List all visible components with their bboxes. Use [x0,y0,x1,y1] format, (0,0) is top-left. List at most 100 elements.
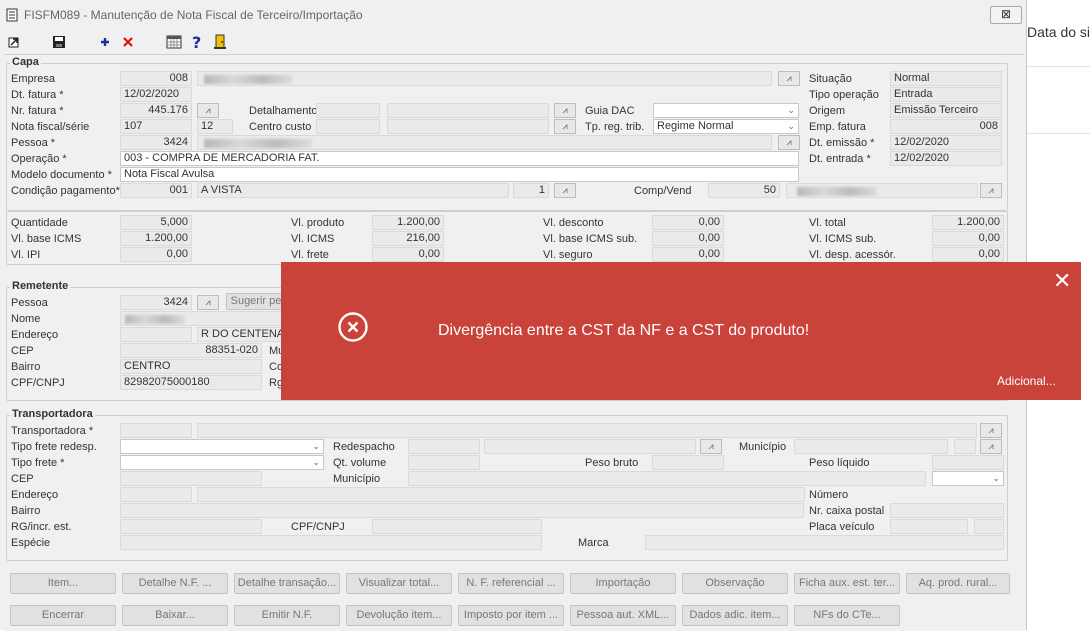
condicao-lookup-button[interactable]: ⩘ [554,183,576,198]
sugerir-button[interactable]: Sugerir pe [226,293,286,310]
placa-uf-field[interactable] [974,519,1004,534]
pessoa-name-field[interactable] [197,135,772,150]
transp-cpf-cnpj-label: CPF/CNPJ [291,521,345,533]
uf-redesp-field[interactable] [954,439,976,454]
transp-cep-field[interactable] [120,471,262,486]
remetente-bairro-field[interactable]: CENTRO [120,359,262,374]
detalhe-nf-button[interactable]: Detalhe N.F. ... [122,573,228,594]
detalhamento-desc-field[interactable] [387,103,549,118]
especie-field[interactable] [120,535,542,550]
redespacho-code-field[interactable] [408,439,480,454]
emitir-nf-button[interactable]: Emitir N.F. [234,605,340,626]
adicional-link[interactable]: Adicional... [997,374,1056,388]
close-icon[interactable]: ✕ [1053,268,1071,294]
dt-emissao-field[interactable]: 12/02/2020 [890,135,1002,150]
nf-referencial-button[interactable]: N. F. referencial ... [458,573,564,594]
condicao-desc-field[interactable]: A VISTA [197,183,509,198]
observacao-button[interactable]: Observação [682,573,788,594]
centro-custo-lookup-button[interactable]: ⩘ [554,119,576,134]
situacao-label: Situação [809,73,852,85]
nr-fatura-field[interactable]: 445.176 [120,103,192,118]
delete-icon[interactable] [119,33,137,51]
encerrar-button[interactable]: Encerrar [10,605,116,626]
imposto-por-item-button[interactable]: Imposto por item ... [458,605,564,626]
comp-vend-name-field[interactable] [786,183,978,198]
transp-endereco-code-field[interactable] [120,487,192,502]
peso-bruto-field[interactable] [652,455,724,470]
centro-custo-desc-field[interactable] [387,119,549,134]
remetente-cpf-cnpj-field[interactable]: 82982075000180 [120,375,262,390]
door-icon[interactable] [211,33,229,51]
transportadora-name-field[interactable] [197,423,977,438]
baixar-button[interactable]: Baixar... [122,605,228,626]
municipio-lookup-button[interactable]: ⩘ [980,439,1002,454]
tipo-frete-select[interactable]: ⌄ [120,455,324,470]
qt-volume-field[interactable] [408,455,480,470]
municipio-redesp-field[interactable] [794,439,948,454]
remetente-endereco-field[interactable]: R DO CENTENAR [197,327,285,342]
nfs-do-cte-button[interactable]: NFs do CTe... [794,605,900,626]
vl-desp-acessor-field: 0,00 [932,247,1004,262]
aq-prod-rural-button[interactable]: Aq. prod. rural... [906,573,1010,594]
redespacho-lookup-button[interactable]: ⩘ [700,439,722,454]
tipo-frete-redesp-select[interactable]: ⌄ [120,439,324,454]
help-icon[interactable]: ? [188,33,206,51]
remetente-cep-field[interactable]: 88351-020 [120,343,262,358]
nr-fatura-lookup-button[interactable]: ⩘ [197,103,219,118]
ficha-aux-button[interactable]: Ficha aux. est. ter... [794,573,900,594]
importacao-button[interactable]: Importação [570,573,676,594]
rg-incr-est-field[interactable] [120,519,262,534]
pessoa-lookup-button[interactable]: ⩘ [778,135,800,150]
detalhe-transacao-button[interactable]: Detalhe transação... [234,573,340,594]
devolucao-item-button[interactable]: Devolução item... [346,605,452,626]
nr-caixa-postal-field[interactable] [890,503,1004,518]
remetente-endereco-code-field[interactable] [120,327,192,342]
empresa-name-field[interactable] [197,71,772,86]
comp-vend-code-field[interactable]: 50 [708,183,780,198]
item-button[interactable]: Item... [10,573,116,594]
modelo-documento-label: Modelo documento * [11,169,112,181]
modelo-documento-field[interactable]: Nota Fiscal Avulsa [120,167,799,182]
close-window-button[interactable]: ⊠ [990,6,1022,24]
nota-fiscal-number-field[interactable]: 107 [120,119,192,134]
condicao-code-field[interactable]: 001 [120,183,192,198]
nota-fiscal-serie-field[interactable]: 12 [197,119,233,134]
transportadora-lookup-button[interactable]: ⩘ [980,423,1002,438]
placa-veiculo-field[interactable] [890,519,968,534]
condicao-parcelas-field[interactable]: 1 [513,183,549,198]
empresa-code-field[interactable]: 008 [120,71,192,86]
detalhamento-code-field[interactable] [316,103,380,118]
operacao-field[interactable]: 003 - COMPRA DE MERCADORIA FAT. [120,151,799,166]
remetente-lookup-button[interactable]: ⩘ [197,295,219,310]
transportadora-code-field[interactable] [120,423,192,438]
pessoa-aut-xml-button[interactable]: Pessoa aut. XML... [570,605,676,626]
redespacho-name-field[interactable] [484,439,696,454]
transp-uf-select[interactable]: ⌄ [932,471,1004,486]
empresa-lookup-button[interactable]: ⩘ [778,71,800,86]
dt-fatura-field[interactable]: 12/02/2020 [120,87,192,102]
centro-custo-code-field[interactable] [316,119,380,134]
transp-bairro-field[interactable] [120,503,804,518]
dados-adic-item-button[interactable]: Dados adic. item... [682,605,788,626]
visualizar-total-button[interactable]: Visualizar total... [346,573,452,594]
save-icon[interactable] [50,33,68,51]
transp-cpf-cnpj-field[interactable] [372,519,542,534]
guia-dac-select[interactable]: ⌄ [653,103,799,118]
comp-vend-lookup-button[interactable]: ⩘ [980,183,1002,198]
transp-municipio-field[interactable] [408,471,926,486]
pessoa-code-field[interactable]: 3424 [120,135,192,150]
detalhamento-lookup-button[interactable]: ⩘ [554,103,576,118]
origem-field: Emissão Terceiro [890,103,1002,118]
exit-icon[interactable] [5,33,23,51]
marca-field[interactable] [645,535,1004,550]
remetente-pessoa-field[interactable]: 3424 [120,295,192,310]
chevron-down-icon: ⌄ [787,105,795,115]
add-icon[interactable] [96,33,114,51]
tp-reg-trib-select[interactable]: Regime Normal ⌄ [653,119,799,134]
dt-entrada-field[interactable]: 12/02/2020 [890,151,1002,166]
emp-fatura-field[interactable]: 008 [890,119,1002,134]
transp-endereco-field[interactable] [197,487,805,502]
remetente-nome-field[interactable] [120,311,285,326]
peso-liquido-field[interactable] [932,455,1004,470]
calendar-icon[interactable] [165,33,183,51]
